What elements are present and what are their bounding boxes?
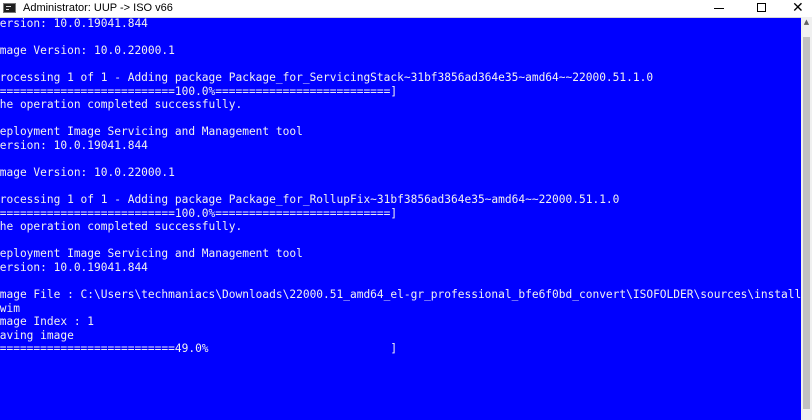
- console-output[interactable]: Version: 10.0.19041.844 Image Version: 1…: [0, 17, 801, 420]
- title-bar[interactable]: Administrator: UUP -> ISO v66 ✕: [0, 0, 812, 18]
- console-line: Deployment Image Servicing and Managemen…: [0, 125, 303, 139]
- close-button[interactable]: ✕: [782, 0, 812, 17]
- console-line: Processing 1 of 1 - Adding package Packa…: [0, 71, 654, 85]
- console-line: Image Version: 10.0.22000.1: [0, 44, 175, 58]
- console-line: Processing 1 of 1 - Adding package Packa…: [0, 193, 620, 207]
- console-line: Version: 10.0.19041.844: [0, 17, 148, 30]
- console-line: Version: 10.0.19041.844: [0, 260, 148, 274]
- console-line: The operation completed successfully.: [0, 220, 243, 234]
- scroll-up-arrow-icon[interactable]: ▲: [801, 17, 812, 28]
- console-line: .wim: [0, 301, 20, 315]
- scrollbar-thumb[interactable]: [803, 37, 810, 409]
- maximize-icon: [757, 3, 766, 12]
- progress-bar-text: [==========================49.0% ]: [0, 342, 398, 356]
- progress-bar-text: [==========================100.0%=======…: [0, 84, 398, 98]
- console-line: Image File : C:\Users\techmaniacs\Downlo…: [0, 288, 801, 301]
- console-line: Deployment Image Servicing and Managemen…: [0, 247, 303, 261]
- close-icon: ✕: [792, 0, 804, 16]
- console-line: The operation completed successfully.: [0, 98, 243, 112]
- console-line: Image Version: 10.0.22000.1: [0, 166, 175, 180]
- console-icon[interactable]: [3, 3, 16, 13]
- console-line: Saving image: [0, 328, 74, 342]
- maximize-button[interactable]: [740, 0, 786, 17]
- window-title: Administrator: UUP -> ISO v66: [23, 2, 173, 14]
- minimize-icon: [714, 8, 724, 9]
- console-line: Version: 10.0.19041.844: [0, 138, 148, 152]
- progress-bar-text: [==========================100.0%=======…: [0, 206, 398, 220]
- vertical-scrollbar[interactable]: ▲: [801, 17, 812, 420]
- console-line: Image Index : 1: [0, 315, 95, 329]
- minimize-button[interactable]: [696, 0, 742, 17]
